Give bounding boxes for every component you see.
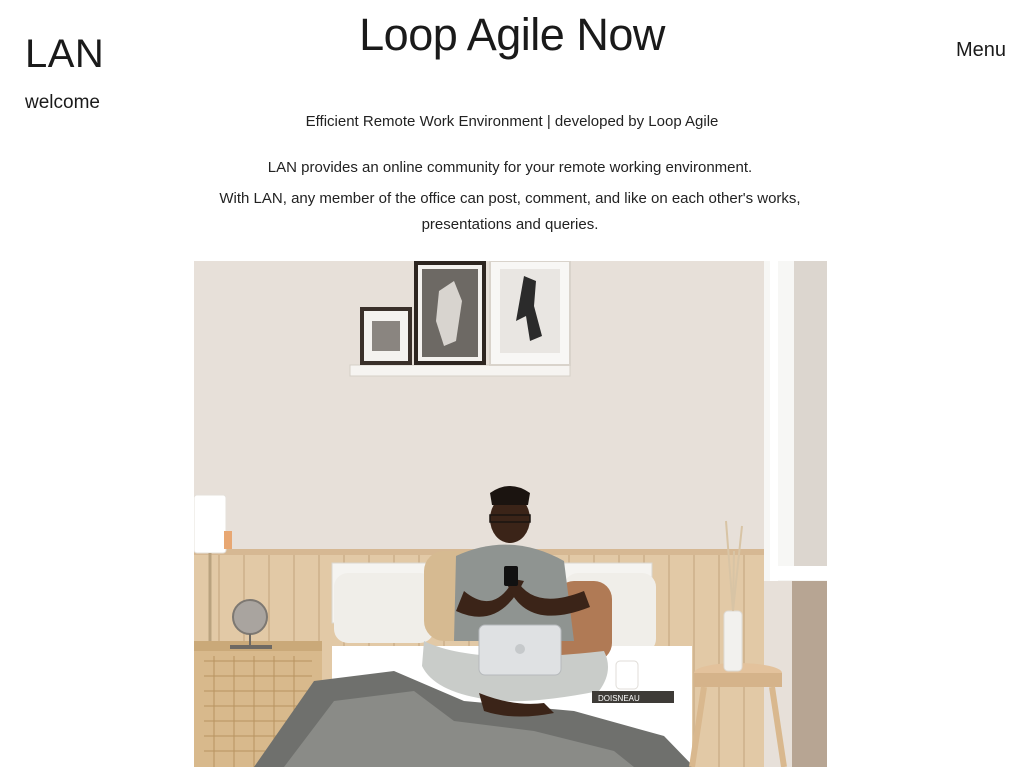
menu-button[interactable]: Menu (956, 38, 1006, 62)
hero-illustration: DOISNEAU (194, 261, 827, 767)
description-paragraph-2: With LAN, any member of the office can p… (219, 190, 801, 233)
curtain (792, 581, 827, 767)
page-title: Loop Agile Now (359, 9, 665, 60)
welcome-label[interactable]: welcome (25, 92, 100, 114)
description: LAN provides an online community for you… (210, 155, 810, 238)
description-paragraph-1: LAN provides an online community for you… (267, 159, 753, 176)
wall-shelf (349, 364, 571, 377)
book-title: DOISNEAU (598, 694, 640, 703)
tagline: Efficient Remote Work Environment | deve… (305, 113, 719, 130)
hero-image: DOISNEAU (194, 261, 827, 767)
